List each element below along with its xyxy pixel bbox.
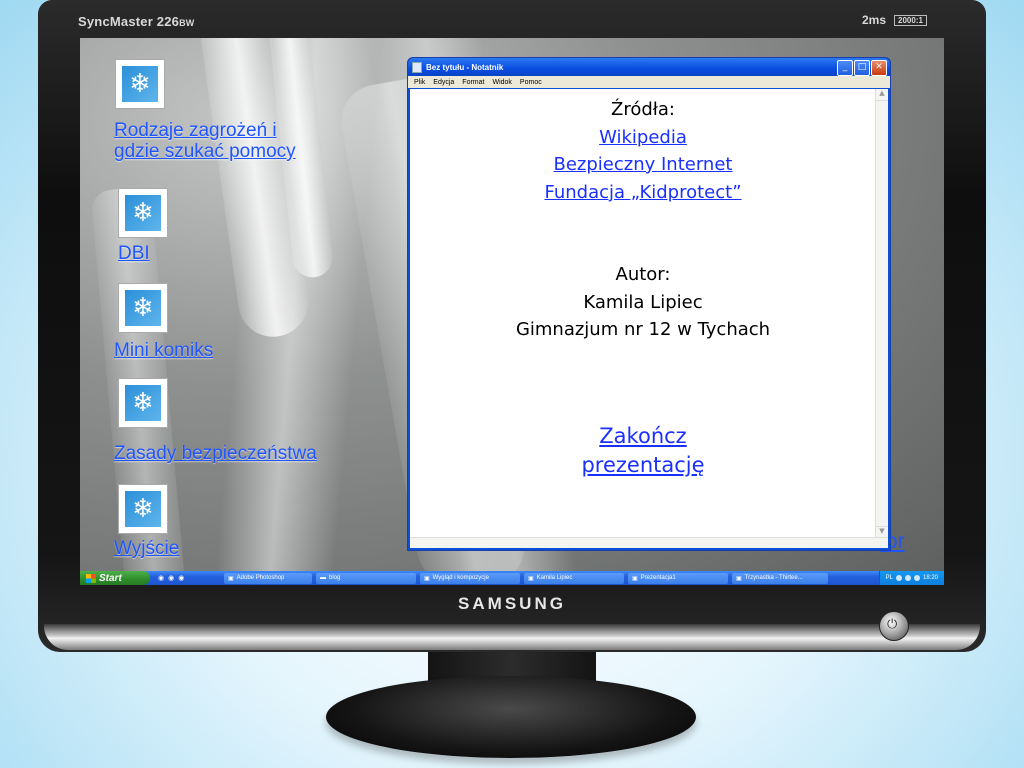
windows-logo-icon — [86, 573, 96, 583]
powerpoint-icon: ▣ — [632, 575, 638, 582]
model-suffix: BW — [179, 18, 195, 28]
source-link-kidprotect[interactable]: Fundacja „Kidprotect” — [544, 182, 741, 203]
quick-launch-icon[interactable]: ◉ — [178, 574, 184, 582]
snowflake-icon[interactable]: ❄ — [118, 188, 168, 238]
desktop-link-zasady[interactable]: Zasady bezpieczeństwa — [114, 443, 317, 464]
response-time: 2ms — [862, 13, 887, 27]
task-button[interactable]: ▣ Prezentacja1 — [628, 572, 728, 584]
task-button[interactable]: ▬ blog — [316, 572, 416, 584]
desktop-item-zagrozenia[interactable]: ❄ — [115, 59, 165, 109]
system-tray: PL 18:20 — [878, 571, 944, 585]
desktop-screen: ❄ Rodzaje zagrożeń i gdzie szukać pomocy… — [80, 38, 944, 585]
clock: 18:20 — [922, 575, 938, 581]
start-button[interactable]: Start — [80, 571, 150, 585]
menu-pomoc[interactable]: Pomoc — [520, 79, 542, 86]
power-button[interactable] — [879, 611, 909, 641]
window-controls: _ □ ✕ — [837, 60, 887, 76]
taskbar: Start ◉ ◉ ◉ ▣ Adobe Photoshop ▬ blog ▣ Wygl… — [80, 571, 944, 585]
desktop-item-komiks[interactable]: ❄ — [118, 283, 168, 333]
notepad-text-area[interactable]: Źródła: Wikipedia Bezpieczny Internet Fu… — [410, 89, 888, 548]
desktop-link-wyjscie[interactable]: Wyjście — [114, 538, 179, 559]
sources-heading: Źródła: — [611, 99, 675, 120]
menu-plik[interactable]: Plik — [414, 79, 425, 86]
desktop-item-zasady[interactable]: ❄ — [118, 378, 168, 428]
source-link-wikipedia[interactable]: Wikipedia — [599, 127, 687, 148]
author-name: Kamila Lipiec — [583, 291, 703, 313]
contrast-ratio: 2000:1 — [894, 14, 927, 26]
horizontal-scrollbar[interactable] — [410, 537, 888, 548]
notepad-window: Bez tytułu - Notatnik _ □ ✕ Plik Edycja … — [407, 57, 891, 551]
desktop-link-dbi[interactable]: DBI — [118, 243, 150, 264]
snowflake-icon[interactable]: ❄ — [118, 283, 168, 333]
author-school: Gimnazjum nr 12 w Tychach — [515, 319, 771, 340]
author-heading: Autor: — [615, 264, 671, 285]
menu-format[interactable]: Format — [462, 79, 484, 86]
snowflake-icon[interactable]: ❄ — [118, 378, 168, 428]
monitor-model: SyncMaster 226BW — [78, 14, 195, 29]
start-label: Start — [99, 572, 122, 584]
close-button[interactable]: ✕ — [871, 60, 887, 76]
tray-icon[interactable] — [904, 575, 911, 581]
maximize-button[interactable]: □ — [854, 60, 870, 76]
monitor-stand — [326, 676, 696, 758]
end-presentation-link-line2[interactable]: prezentację — [581, 453, 704, 477]
monitor-specs: 2ms 2000:1 — [862, 13, 927, 27]
snowflake-icon[interactable]: ❄ — [118, 484, 168, 534]
minimize-button[interactable]: _ — [837, 60, 853, 76]
tray-icon[interactable] — [895, 575, 902, 581]
source-link-bezpieczny-internet[interactable]: Bezpieczny Internet — [554, 154, 733, 175]
powerpoint-icon: ▣ — [528, 575, 534, 582]
end-presentation-link[interactable]: Zakończ — [599, 424, 686, 448]
vertical-scrollbar[interactable]: ▲ ▼ — [875, 89, 888, 538]
task-button[interactable]: ▣ Adobe Photoshop — [224, 572, 312, 584]
tray-icon[interactable] — [913, 575, 920, 581]
desktop-item-dbi[interactable]: ❄ — [118, 188, 168, 238]
quick-launch-icon[interactable]: ◉ — [158, 574, 164, 582]
notepad-icon — [412, 61, 422, 73]
folder-icon: ▬ — [320, 575, 326, 581]
task-button[interactable]: ▣ Trzynastka - Thirtee... — [732, 572, 828, 584]
notepad-titlebar[interactable]: Bez tytułu - Notatnik — [408, 58, 890, 76]
menu-edycja[interactable]: Edycja — [433, 79, 454, 86]
brand-logo: SAMSUNG — [458, 594, 566, 613]
window-icon: ▣ — [424, 575, 430, 582]
desktop-item-wyjscie[interactable]: ❄ — [118, 484, 168, 534]
monitor-chrome-strip — [44, 624, 980, 650]
desktop-link-komiks[interactable]: Mini komiks — [114, 340, 213, 361]
model-name: SyncMaster 226 — [78, 14, 180, 29]
media-icon: ▣ — [736, 575, 742, 582]
desktop-link-zagrozenia[interactable]: Rodzaje zagrożeń i gdzie szukać pomocy — [114, 120, 296, 162]
task-button[interactable]: ▣ Wygląd i kompozycje — [420, 572, 520, 584]
quick-launch: ◉ ◉ ◉ — [158, 574, 220, 582]
notepad-title: Bez tytułu - Notatnik — [426, 62, 504, 72]
menu-widok[interactable]: Widok — [492, 79, 511, 86]
task-button[interactable]: ▣ Kamila Lipiec — [524, 572, 624, 584]
quick-launch-icon[interactable]: ◉ — [168, 574, 174, 582]
photoshop-icon: ▣ — [228, 575, 234, 582]
scroll-up-icon[interactable]: ▲ — [876, 89, 888, 101]
language-indicator[interactable]: PL — [886, 575, 893, 581]
notepad-content: Źródła: Wikipedia Bezpieczny Internet Fu… — [410, 96, 876, 480]
notepad-menubar: Plik Edycja Format Widok Pomoc — [408, 76, 890, 88]
snowflake-icon[interactable]: ❄ — [115, 59, 165, 109]
